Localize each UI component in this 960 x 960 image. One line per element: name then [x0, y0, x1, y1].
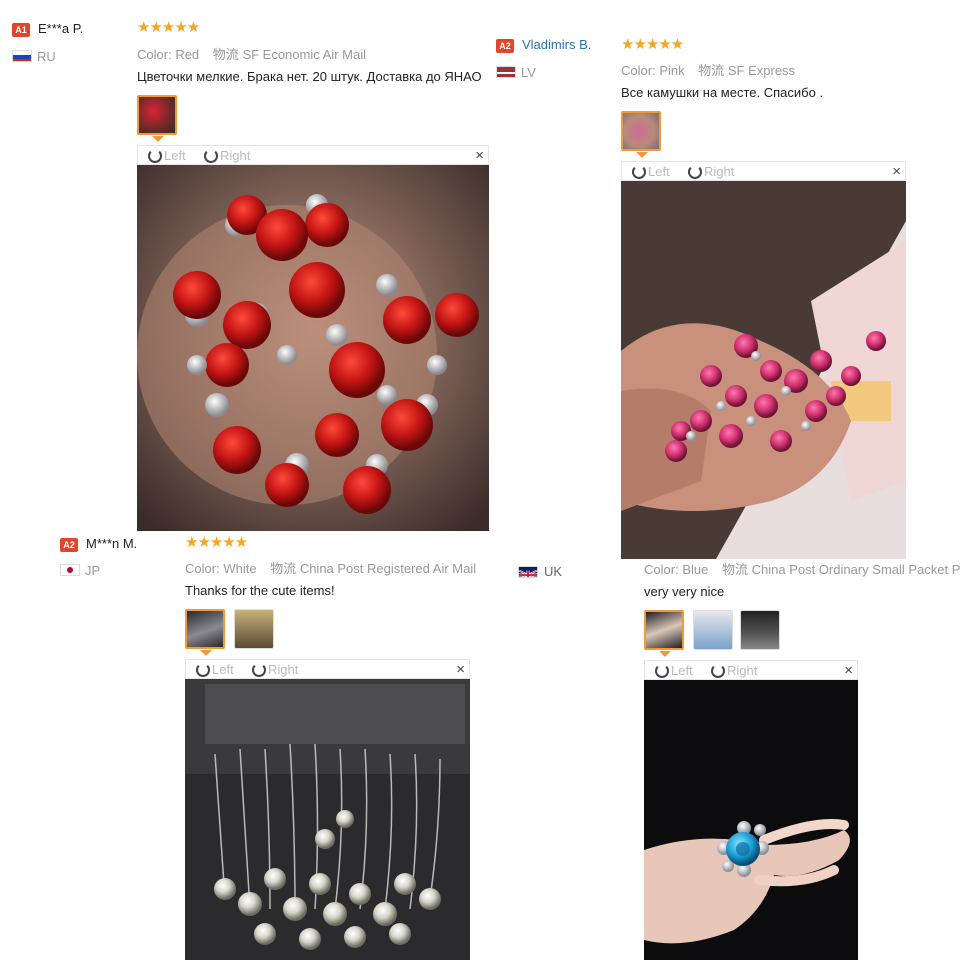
close-icon[interactable]: ×	[892, 163, 901, 181]
review-photo-thumbnail[interactable]	[621, 111, 661, 151]
review-meta: Color: Red 物流 SF Economic Air Mail	[137, 44, 366, 63]
country-code: LV	[521, 65, 536, 80]
blue-rose-hairpin-photo	[644, 680, 858, 960]
viewer-toolbar: Left Right ×	[644, 660, 858, 680]
logistics-label: 物流	[698, 63, 725, 78]
star-rating: ★★★★★	[621, 36, 684, 53]
review-photo-thumbnail[interactable]	[137, 95, 177, 135]
star-rating: ★★★★★	[185, 534, 248, 551]
photo-viewer: Left Right ×	[644, 660, 858, 960]
rotate-left-icon	[148, 149, 162, 163]
review-photo-thumbnail[interactable]	[644, 610, 684, 650]
shipping-method: SF Economic Air Mail	[242, 47, 366, 62]
color-value: White	[223, 561, 257, 576]
review-photo	[644, 680, 858, 960]
rotate-left-label: Left	[164, 148, 186, 163]
selected-caret	[152, 136, 164, 142]
logistics-label: 物流	[721, 562, 748, 577]
rotate-right-icon	[711, 664, 725, 678]
review-text: very very nice	[644, 584, 725, 599]
buyer-level-badge: A2	[496, 39, 514, 53]
selected-caret	[200, 650, 212, 656]
review-meta: Color: Pink 物流 SF Express	[621, 60, 795, 79]
buyer-level-badge: A2	[60, 538, 78, 552]
rotate-left-icon	[196, 663, 210, 677]
color-label: Color:	[185, 561, 220, 576]
rotate-right-icon	[688, 165, 702, 179]
review-photo-thumbnail[interactable]	[234, 609, 274, 649]
country-code: UK	[544, 564, 563, 579]
rotate-right-label: Right	[268, 662, 299, 677]
shipping-method: SF Express	[727, 63, 796, 78]
selected-caret	[659, 651, 671, 657]
rotate-left-label: Left	[671, 663, 693, 678]
rotate-right-label: Right	[727, 663, 758, 678]
color-value: Blue	[682, 562, 709, 577]
rotate-left-button[interactable]: Left	[655, 661, 693, 681]
rotate-left-button[interactable]: Left	[196, 660, 234, 680]
rotate-right-button[interactable]: Right	[204, 146, 250, 166]
review-text: Thanks for the cute items!	[185, 583, 335, 598]
russia-flag-icon	[12, 50, 32, 62]
white-crystal-hairpins-photo	[185, 679, 470, 960]
logistics-label: 物流	[212, 47, 239, 62]
review-text: Цветочки мелкие. Брака нет. 20 штук. Дос…	[137, 69, 482, 84]
rotate-right-icon	[252, 663, 266, 677]
reviewer-name: E***a P.	[38, 21, 84, 36]
photo-viewer: Left Right ×	[137, 145, 489, 531]
rotate-left-button[interactable]: Left	[632, 162, 670, 182]
review-photo-thumbnail[interactable]	[693, 610, 733, 650]
color-label: Color:	[137, 47, 172, 62]
red-rose-hairpins-photo	[137, 165, 489, 531]
rotate-right-label: Right	[704, 164, 735, 179]
logistics-label: 物流	[270, 561, 297, 576]
star-rating: ★★★★★	[137, 19, 200, 36]
country-code: JP	[85, 563, 101, 578]
review-photo	[137, 165, 489, 531]
color-label: Color:	[644, 562, 679, 577]
close-icon[interactable]: ×	[475, 147, 484, 165]
rotate-right-button[interactable]: Right	[688, 162, 734, 182]
rotate-right-icon	[204, 149, 218, 163]
review-photo	[621, 181, 906, 559]
viewer-toolbar: Left Right ×	[185, 659, 470, 679]
latvia-flag-icon	[496, 66, 516, 78]
close-icon[interactable]: ×	[844, 662, 853, 680]
shipping-method: China Post Registered Air Mail	[299, 561, 477, 576]
rotate-left-label: Left	[212, 662, 234, 677]
rotate-left-icon	[632, 165, 646, 179]
viewer-toolbar: Left Right ×	[137, 145, 489, 165]
review-meta: Color: Blue 物流 China Post Ordinary Small…	[644, 559, 960, 578]
buyer-level-badge: A1	[12, 23, 30, 37]
photo-viewer: Left Right ×	[621, 161, 906, 559]
shipping-method: China Post Ordinary Small Packet Plus	[751, 562, 960, 577]
uk-flag-icon	[518, 566, 538, 578]
selected-caret	[636, 152, 648, 158]
rotate-left-button[interactable]: Left	[148, 146, 186, 166]
uk-flag-shape	[519, 569, 537, 577]
rotate-right-button[interactable]: Right	[252, 660, 298, 680]
rotate-left-label: Left	[648, 164, 670, 179]
review-photo	[185, 679, 470, 960]
review-meta: Color: White 物流 China Post Registered Ai…	[185, 558, 476, 577]
pink-rose-hairpins-photo	[621, 181, 906, 559]
photo-viewer: Left Right ×	[185, 659, 470, 960]
color-value: Pink	[659, 63, 685, 78]
rotate-right-label: Right	[220, 148, 251, 163]
review-photo-thumbnail[interactable]	[185, 609, 225, 649]
review-photo-thumbnail[interactable]	[740, 610, 780, 650]
color-label: Color:	[621, 63, 656, 78]
country-code: RU	[37, 49, 56, 64]
close-icon[interactable]: ×	[456, 661, 465, 679]
rotate-right-button[interactable]: Right	[711, 661, 757, 681]
rotate-left-icon	[655, 664, 669, 678]
color-value: Red	[175, 47, 200, 62]
japan-flag-icon	[60, 564, 80, 576]
reviewer-name: M***n M.	[86, 536, 138, 551]
viewer-toolbar: Left Right ×	[621, 161, 906, 181]
reviewer-name[interactable]: Vladimirs B.	[522, 37, 591, 52]
review-text: Все камушки на месте. Спасибо .	[621, 85, 824, 100]
